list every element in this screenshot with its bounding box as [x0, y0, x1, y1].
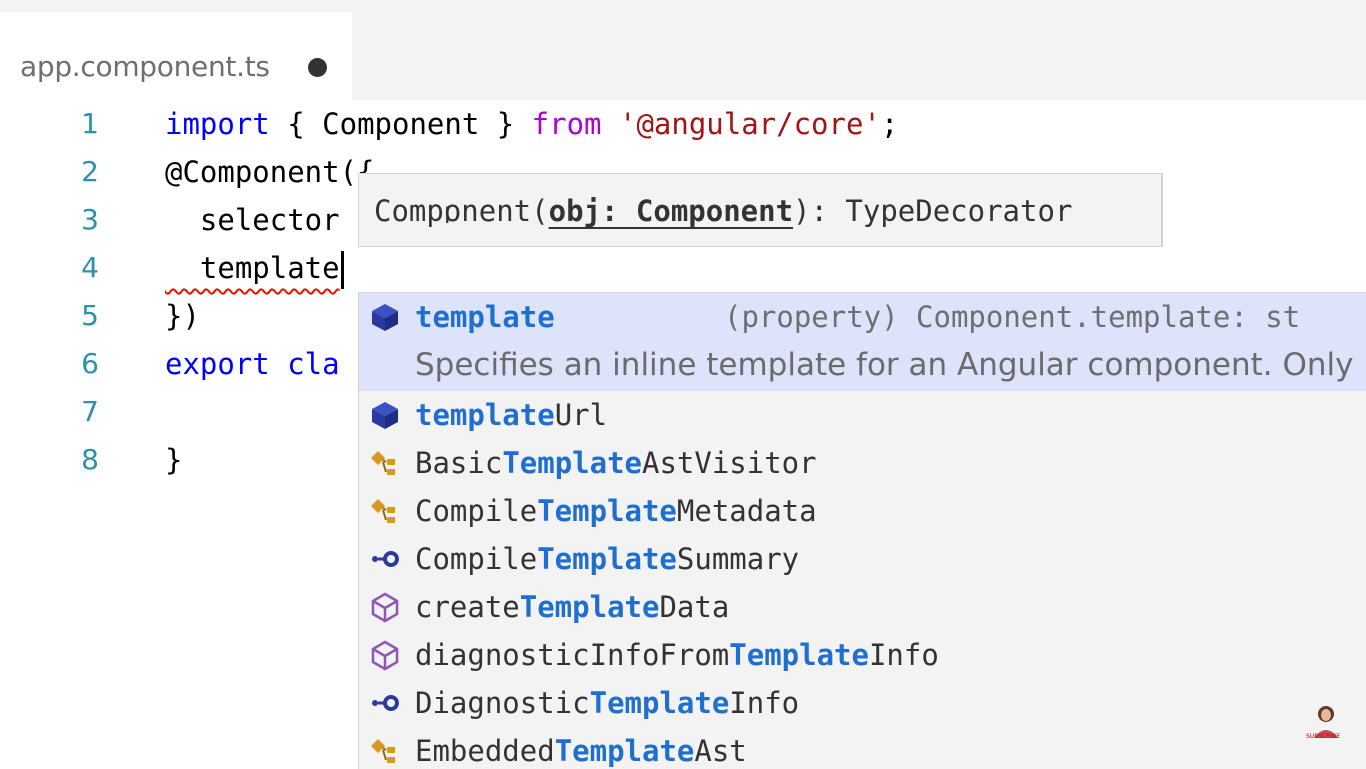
error-squiggle: template	[165, 251, 340, 285]
unsaved-dot-icon[interactable]	[308, 58, 327, 77]
line-number: 4	[81, 251, 99, 284]
line-number: 7	[81, 395, 99, 428]
code-line: 4 template	[0, 244, 1366, 292]
suggestion-item[interactable]: templateUrl	[359, 391, 1366, 439]
suggestion-item[interactable]: CompileTemplateSummary	[359, 535, 1366, 583]
suggestion-label: DiagnosticTemplateInfo	[415, 686, 800, 720]
line-number: 8	[81, 443, 99, 476]
line-number: 3	[81, 203, 99, 236]
suggestion-item[interactable]: EmbeddedTemplateAst	[359, 727, 1366, 769]
suggestion-label: diagnosticInfoFromTemplateInfo	[415, 638, 939, 672]
suggestion-item[interactable]: createTemplateData	[359, 583, 1366, 631]
class-icon	[371, 451, 395, 475]
text-caret	[340, 251, 344, 289]
tab-title: app.component.ts	[20, 50, 270, 83]
code-text: @Component({	[165, 155, 375, 189]
class-icon	[371, 739, 395, 763]
method-icon	[371, 592, 399, 623]
code-text: export cla	[165, 347, 340, 381]
code-line: 1 import { Component } from '@angular/co…	[0, 100, 1366, 148]
suggestion-label: createTemplateData	[415, 590, 730, 624]
code-text: })	[165, 299, 200, 333]
code-text: import { Component } from '@angular/core…	[165, 107, 899, 141]
suggestion-item[interactable]: BasicTemplateAstVisitor	[359, 439, 1366, 487]
suggestion-label: template	[415, 300, 555, 334]
class-icon	[371, 499, 395, 523]
line-number: 6	[81, 347, 99, 380]
tab-bar: app.component.ts	[0, 0, 1366, 100]
text-cursor-icon: I	[444, 204, 451, 229]
suggestion-label: templateUrl	[415, 398, 608, 432]
signature-text: Component(obj: Component): TypeDecorator	[374, 194, 1073, 228]
method-icon	[371, 640, 399, 671]
interface-icon	[372, 551, 399, 567]
line-number: 1	[81, 107, 99, 140]
signature-help-popup: Component(obj: Component): TypeDecorator…	[358, 173, 1163, 247]
suggestion-label: BasicTemplateAstVisitor	[415, 446, 817, 480]
interface-icon	[372, 695, 399, 711]
code-text: selector	[165, 203, 340, 237]
active-parameter: obj: Component	[548, 194, 794, 228]
subscribe-watermark[interactable]: SUBSCRIBE	[1306, 733, 1340, 740]
property-icon	[372, 304, 398, 331]
suggestion-item[interactable]: DiagnosticTemplateInfo	[359, 679, 1366, 727]
suggestion-label: EmbeddedTemplateAst	[415, 734, 747, 768]
suggestion-documentation: Specifies an inline template for an Angu…	[415, 347, 1366, 383]
property-icon	[372, 402, 398, 429]
suggestion-item[interactable]: diagnosticInfoFromTemplateInfo	[359, 631, 1366, 679]
tab-app-component[interactable]: app.component.ts	[0, 12, 352, 100]
line-number: 2	[81, 155, 99, 188]
line-number: 5	[81, 299, 99, 332]
suggestion-detail: (property) Component.template: st	[724, 300, 1301, 334]
suggestion-label: CompileTemplateMetadata	[415, 494, 817, 528]
code-text: }	[165, 443, 183, 477]
suggestion-item[interactable]: CompileTemplateMetadata	[359, 487, 1366, 535]
code-text: template	[165, 244, 344, 292]
suggestion-widget[interactable]: template (property) Component.template: …	[358, 292, 1366, 769]
suggestion-label: CompileTemplateSummary	[415, 542, 800, 576]
suggestion-item[interactable]: template (property) Component.template: …	[359, 293, 1366, 383]
